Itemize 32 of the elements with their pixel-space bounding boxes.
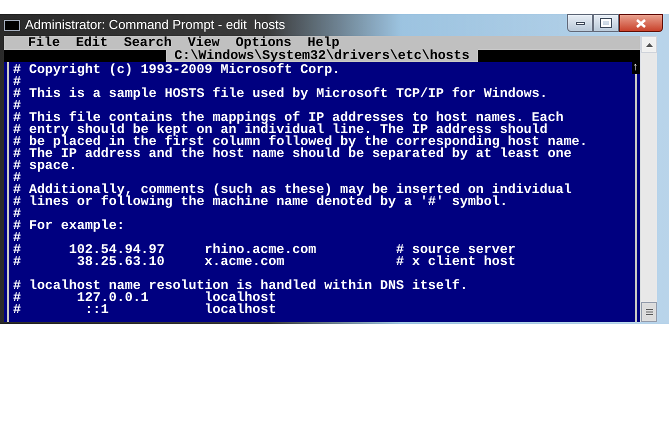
window-title: Administrator: Command Prompt - edit hosts (25, 16, 286, 34)
text-line: # (13, 74, 21, 89)
menu-item[interactable]: Options (236, 37, 292, 49)
scroll-up-button[interactable] (641, 36, 657, 53)
text-line: # (13, 170, 21, 185)
menu-item[interactable]: Help (308, 37, 340, 49)
text-line: # For example: (13, 218, 125, 233)
text-line: # Copyright (c) 1993-2009 Microsoft Corp. (13, 62, 340, 77)
close-button[interactable] (619, 14, 663, 32)
maximize-button[interactable] (593, 14, 619, 32)
up-arrow-icon (646, 42, 652, 46)
console-icon (4, 20, 20, 30)
maximize-icon (601, 19, 611, 27)
menu-item[interactable]: File (28, 37, 60, 49)
close-icon (636, 18, 646, 28)
menu-item[interactable]: Search (124, 37, 172, 49)
text-line: # ::1 localhost (13, 302, 276, 317)
text-line: # 38.25.63.10 x.acme.com # x client host (13, 254, 516, 269)
minimize-button[interactable] (567, 14, 593, 32)
text-line: # lines or following the machine name denoted by a '#' symbol. (13, 194, 508, 209)
minimize-icon (576, 22, 584, 24)
text-line: # (13, 206, 21, 221)
file-path-title: C:\Windows\System32\drivers\etc\hosts (166, 50, 478, 62)
scroll-thumb[interactable] (641, 302, 657, 322)
text-line: # space. (13, 158, 77, 173)
menu-item[interactable]: View (188, 37, 220, 49)
menu-item[interactable]: Edit (76, 37, 108, 49)
scrollbar[interactable] (640, 36, 657, 322)
text-line: # (13, 98, 21, 113)
grip-icon (646, 309, 652, 315)
text-line: # This is a sample HOSTS file used by Microsoft TCP/IP for Windows. (13, 86, 548, 101)
text-line: # (13, 230, 21, 245)
